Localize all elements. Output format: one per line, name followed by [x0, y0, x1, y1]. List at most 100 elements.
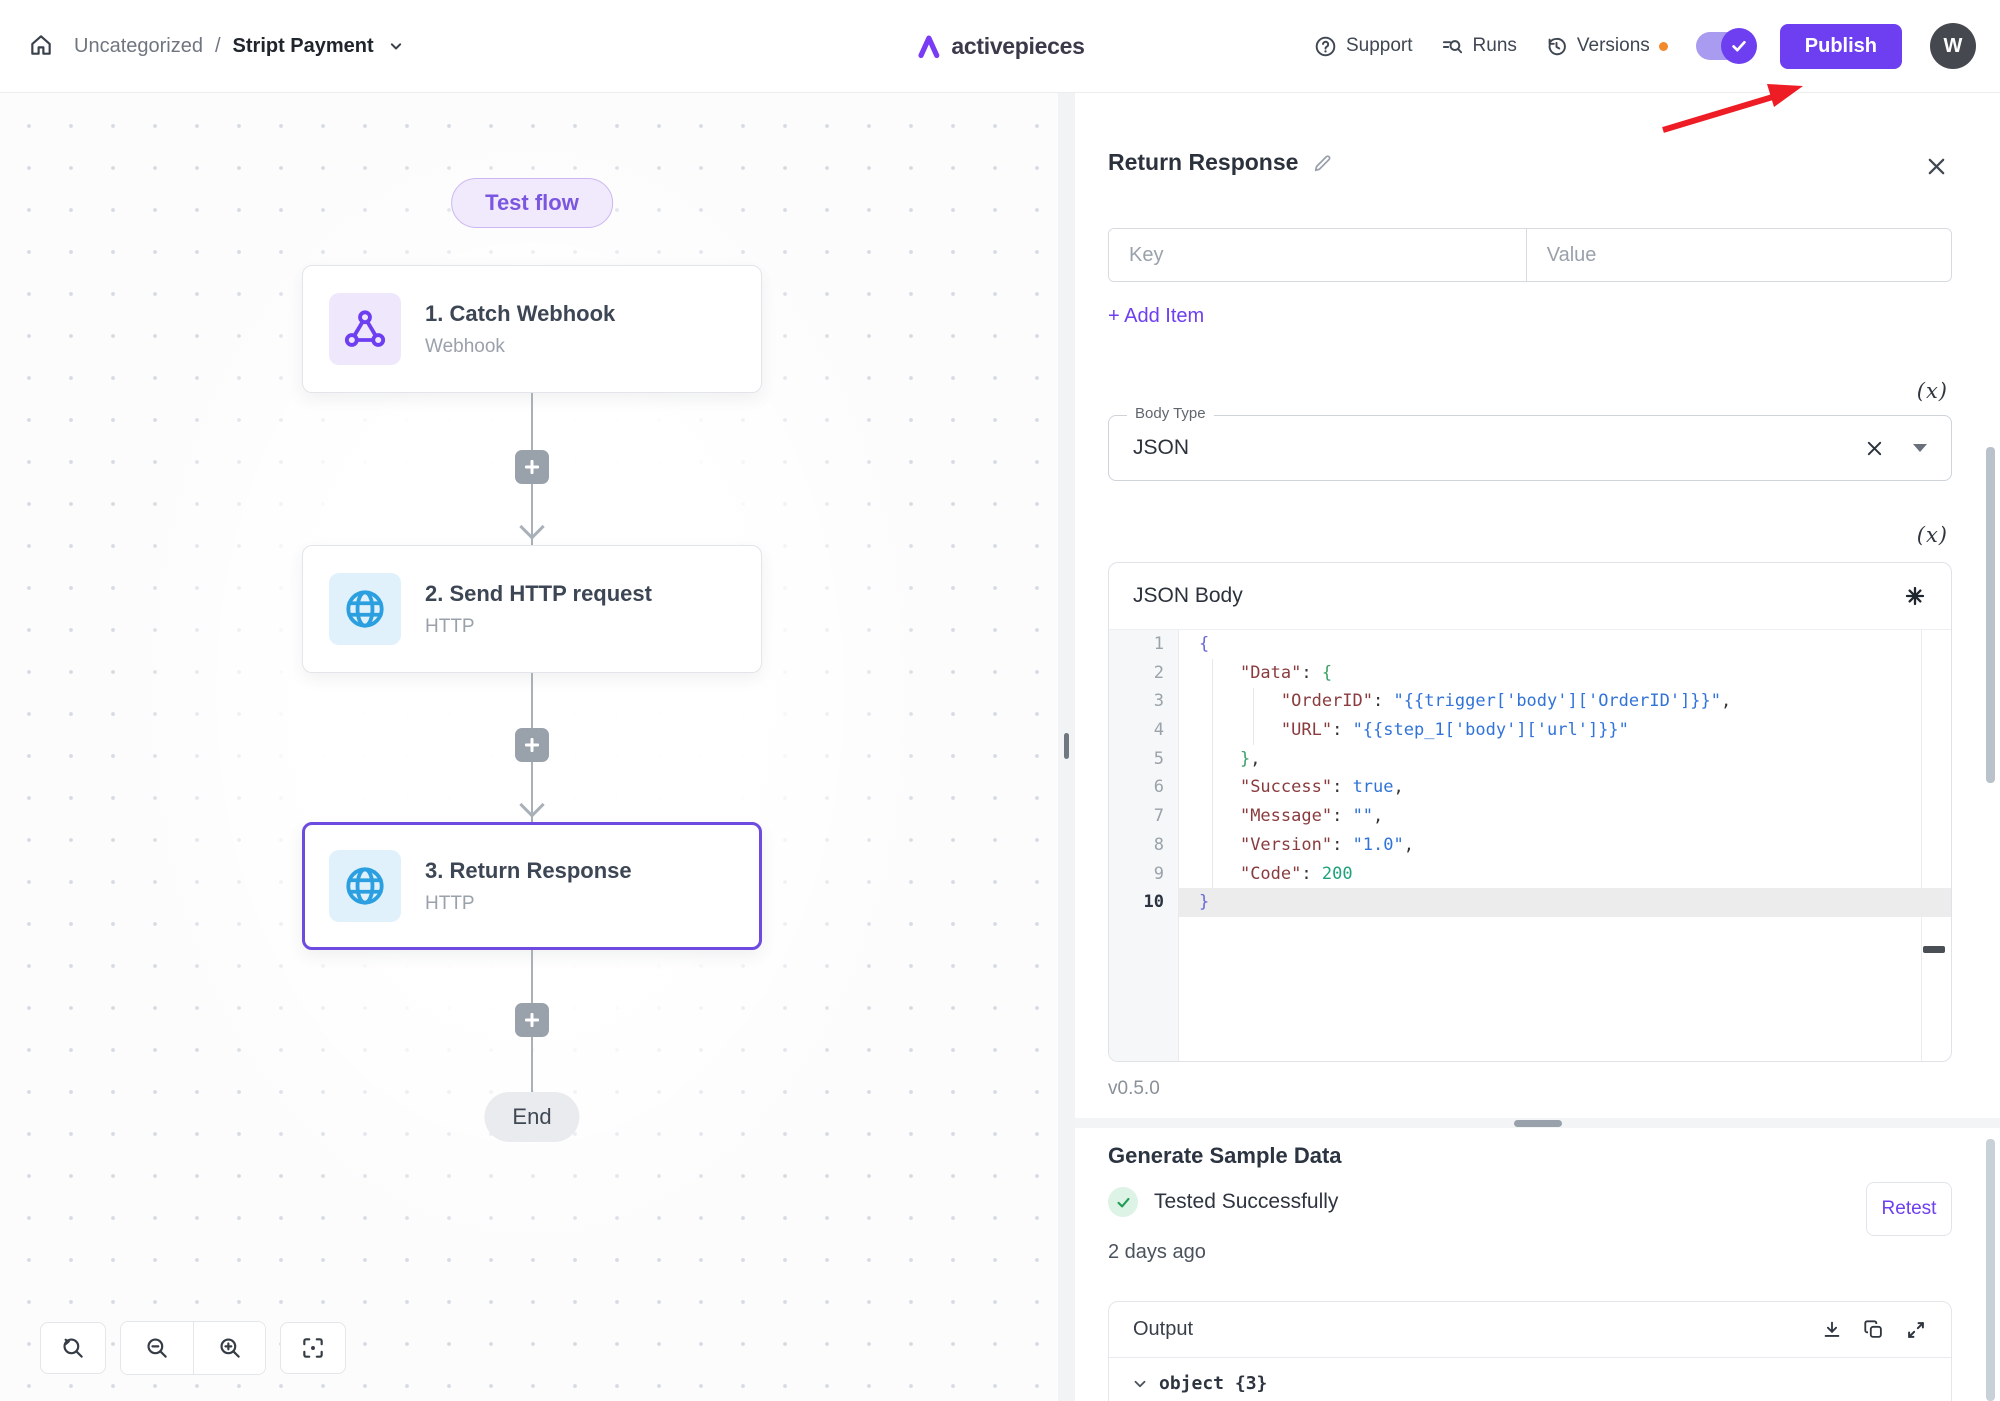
- zoom-out-button[interactable]: [121, 1322, 193, 1374]
- code-line[interactable]: 5 },: [1109, 745, 1951, 774]
- breadcrumb-category[interactable]: Uncategorized: [74, 35, 203, 58]
- home-icon: [28, 32, 54, 61]
- brand-name: activepieces: [951, 33, 1084, 60]
- resize-handle: [1514, 1120, 1562, 1127]
- headers-key-value-row: [1108, 228, 1952, 282]
- resize-handle: [1064, 733, 1069, 759]
- output-tree-node[interactable]: object {3}: [1109, 1358, 1951, 1401]
- code-lines: 1{2 "Data": {3 "OrderID": "{{trigger['bo…: [1109, 630, 1951, 917]
- node-catch-webhook[interactable]: 1. Catch Webhook Webhook: [302, 265, 762, 393]
- versions-button[interactable]: Versions: [1545, 35, 1668, 58]
- versions-unsaved-dot: [1659, 42, 1668, 51]
- insert-variable-button[interactable]: (x): [1917, 523, 1948, 547]
- support-label: Support: [1346, 35, 1413, 57]
- add-step-button[interactable]: [515, 450, 549, 484]
- breadcrumb: Uncategorized / Stript Payment: [74, 35, 406, 58]
- line-number: 6: [1109, 773, 1179, 802]
- zoom-buttons-group: [120, 1321, 266, 1375]
- webhook-icon: [329, 293, 401, 365]
- code-line[interactable]: 1{: [1109, 630, 1951, 659]
- insert-variable-button[interactable]: (x): [1917, 379, 1948, 403]
- zoom-out-icon: [144, 1335, 170, 1361]
- node-return-response[interactable]: 3. Return Response HTTP: [302, 822, 762, 950]
- publish-button[interactable]: Publish: [1780, 24, 1902, 69]
- home-button[interactable]: [28, 32, 54, 61]
- node-subtitle: Webhook: [425, 336, 615, 358]
- line-number: 4: [1109, 716, 1179, 745]
- end-node: End: [484, 1092, 579, 1142]
- node-title: 3. Return Response: [425, 858, 632, 884]
- flow-canvas[interactable]: Test flow 1. Catch Webhook Webhook: [0, 93, 1058, 1401]
- node-title: 1. Catch Webhook: [425, 301, 615, 327]
- code-line[interactable]: 6 "Success": true,: [1109, 773, 1951, 802]
- zoom-in-button[interactable]: [193, 1322, 265, 1374]
- value-input[interactable]: [1526, 229, 1951, 281]
- clear-body-type-button[interactable]: [1864, 438, 1885, 459]
- body-type-select[interactable]: Body Type JSON: [1108, 415, 1952, 481]
- fit-view-button[interactable]: [280, 1322, 346, 1374]
- code-line[interactable]: 2 "Data": {: [1109, 659, 1951, 688]
- success-check-icon: [1108, 1187, 1138, 1217]
- panel-title: Return Response: [1108, 149, 1298, 176]
- support-button[interactable]: Support: [1314, 35, 1413, 58]
- main-area: Test flow 1. Catch Webhook Webhook: [0, 93, 2000, 1401]
- flow-name[interactable]: Stript Payment: [233, 35, 374, 58]
- expand-output-button[interactable]: [1905, 1319, 1927, 1341]
- panel-resize-divider[interactable]: [1058, 93, 1075, 1401]
- plus-icon: [523, 458, 541, 476]
- test-flow-button[interactable]: Test flow: [451, 178, 613, 228]
- sparkle-icon: [1903, 584, 1927, 608]
- globe-icon: [329, 573, 401, 645]
- line-number: 2: [1109, 659, 1179, 688]
- retest-button[interactable]: Retest: [1866, 1182, 1952, 1236]
- pencil-icon: [1312, 152, 1334, 174]
- panel-scrollbar-thumb[interactable]: [1986, 1139, 1995, 1401]
- line-content: }: [1179, 888, 1951, 917]
- add-step-button[interactable]: [515, 1003, 549, 1037]
- line-content: "Success": true,: [1179, 773, 1951, 802]
- line-content: "OrderID": "{{trigger['body']['OrderID']…: [1179, 687, 1951, 716]
- arrowhead-icon: [521, 796, 543, 818]
- toggle-knob: [1721, 28, 1757, 64]
- code-line[interactable]: 9 "Code": 200: [1109, 860, 1951, 889]
- rename-step-button[interactable]: [1312, 152, 1334, 174]
- copy-output-button[interactable]: [1863, 1319, 1885, 1341]
- key-input[interactable]: [1109, 229, 1526, 281]
- check-icon: [1729, 36, 1749, 56]
- section-resize-divider[interactable]: [1075, 1118, 2000, 1128]
- add-item-button[interactable]: + Add Item: [1108, 305, 1204, 328]
- canvas-toolbar: [40, 1321, 346, 1375]
- flow-menu-chevron-icon[interactable]: [386, 36, 406, 56]
- versions-label: Versions: [1577, 35, 1650, 57]
- zoom-in-icon: [217, 1335, 243, 1361]
- fit-view-icon: [300, 1335, 326, 1361]
- expand-icon: [1905, 1319, 1927, 1341]
- line-number: 1: [1109, 630, 1179, 659]
- plus-icon: [523, 736, 541, 754]
- top-header: Uncategorized / Stript Payment activepie…: [0, 0, 2000, 93]
- download-output-button[interactable]: [1821, 1319, 1843, 1341]
- code-line[interactable]: 8 "Version": "1.0",: [1109, 831, 1951, 860]
- code-line[interactable]: 4 "URL": "{{step_1['body']['url']}}": [1109, 716, 1951, 745]
- code-line[interactable]: 3 "OrderID": "{{trigger['body']['OrderID…: [1109, 687, 1951, 716]
- output-label: Output: [1133, 1318, 1821, 1341]
- code-line[interactable]: 7 "Message": "",: [1109, 802, 1951, 831]
- code-line[interactable]: 10}: [1109, 888, 1951, 917]
- editor-scrollbar-thumb[interactable]: [1923, 946, 1945, 953]
- plus-icon: [523, 1011, 541, 1029]
- json-body-label: JSON Body: [1133, 584, 1903, 608]
- test-status-row: Tested Successfully: [1108, 1187, 1952, 1217]
- code-editor[interactable]: 1{2 "Data": {3 "OrderID": "{{trigger['bo…: [1109, 630, 1951, 1061]
- zoom-reset-button[interactable]: [40, 1322, 106, 1374]
- close-panel-button[interactable]: [1925, 155, 1948, 178]
- brand-logo: activepieces: [915, 33, 1084, 60]
- piece-version-label: v0.5.0: [1108, 1078, 1952, 1100]
- dropdown-caret-icon[interactable]: [1913, 444, 1927, 452]
- panel-scrollbar-thumb[interactable]: [1986, 447, 1995, 783]
- flow-enabled-toggle[interactable]: [1696, 32, 1752, 60]
- add-step-button[interactable]: [515, 728, 549, 762]
- runs-button[interactable]: Runs: [1441, 35, 1517, 58]
- node-send-http-request[interactable]: 2. Send HTTP request HTTP: [302, 545, 762, 673]
- user-avatar[interactable]: W: [1930, 23, 1976, 69]
- ai-assist-button[interactable]: [1903, 584, 1927, 608]
